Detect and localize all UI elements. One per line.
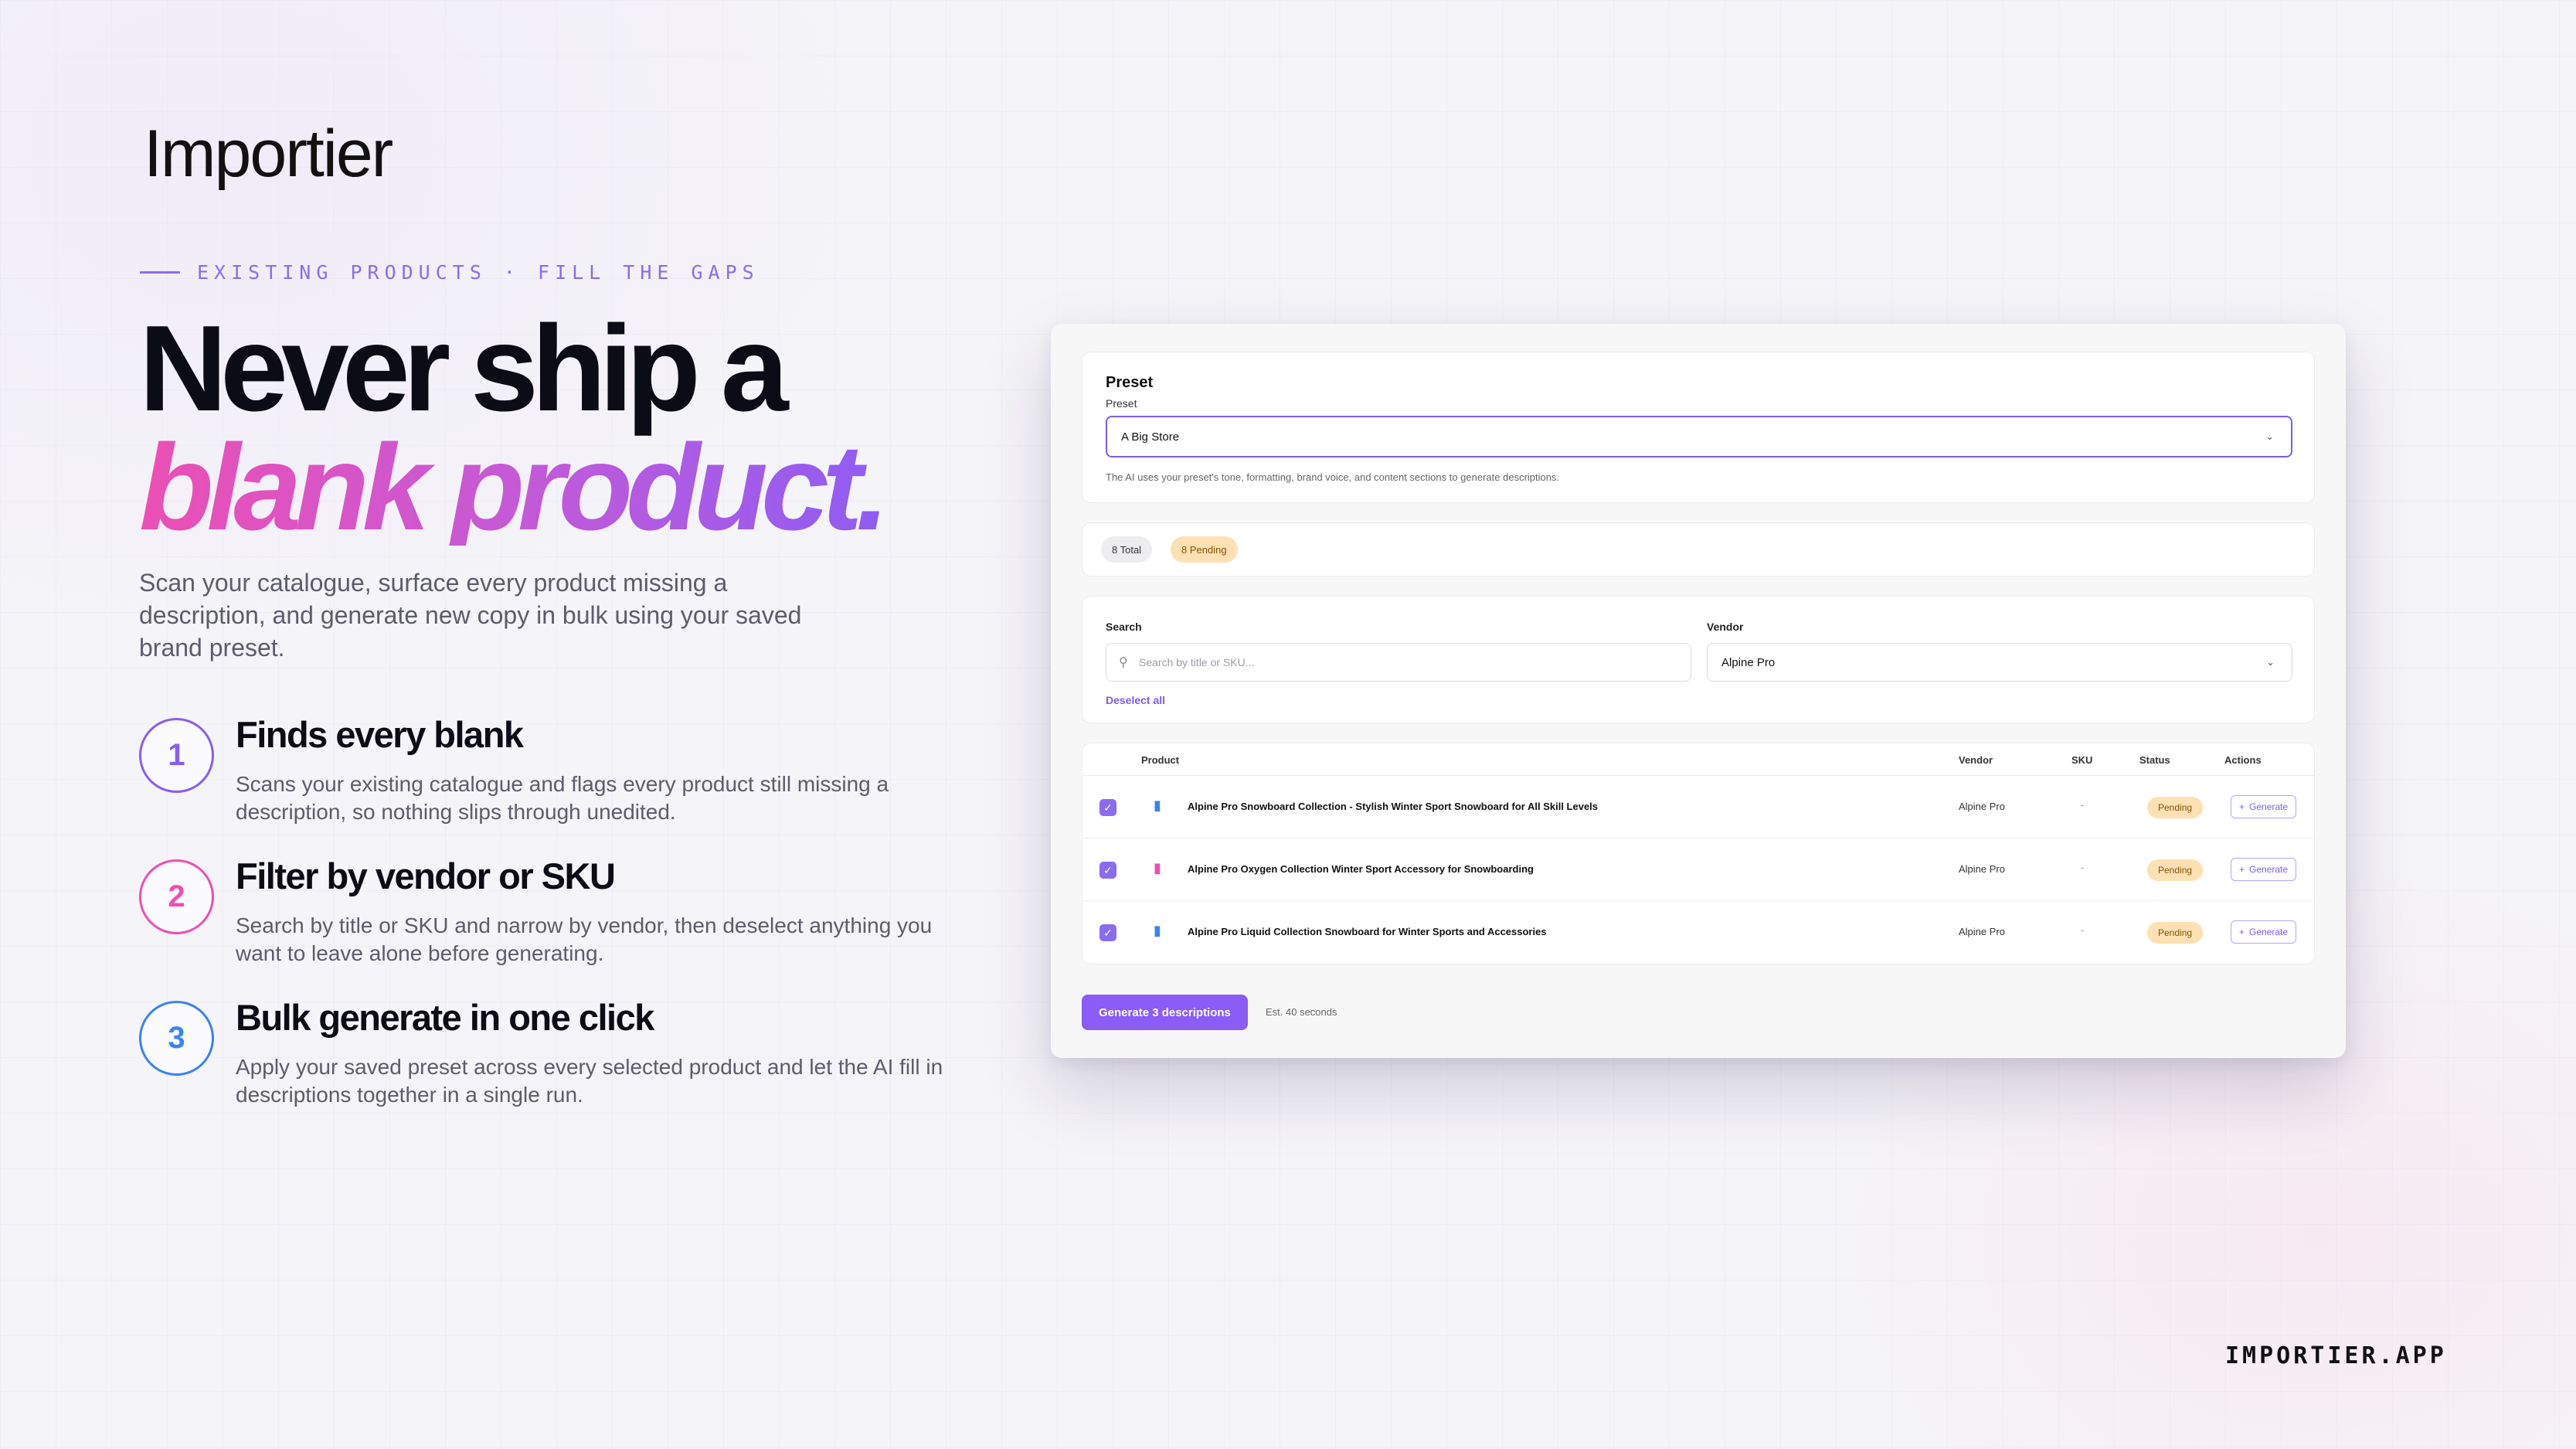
- headline-line-1: Never ship a: [139, 301, 789, 437]
- product-title: Alpine Pro Snowboard Collection - Stylis…: [1188, 801, 1599, 812]
- brand-logo: Importier: [144, 117, 393, 191]
- product-title: Alpine Pro Liquid Collection Snowboard f…: [1188, 926, 1547, 937]
- step-description: Search by title or SKU and narrow by ven…: [236, 913, 933, 965]
- table-row: ✓ ▮ Alpine Pro Liquid Collection Snowboa…: [1082, 901, 2314, 964]
- search-placeholder: Search by title or SKU...: [1139, 656, 1255, 668]
- snowboard-icon: ▮: [1154, 923, 1161, 938]
- generate-button[interactable]: + Generate: [2231, 920, 2297, 944]
- snowboard-icon: ▮: [1154, 860, 1161, 876]
- step-number: 2: [139, 859, 214, 934]
- product-sku: -: [2081, 924, 2085, 936]
- pending-count-badge: 8 Pending: [1171, 536, 1238, 563]
- product-vendor: Alpine Pro: [1959, 863, 2005, 875]
- row-checkbox[interactable]: ✓: [1099, 924, 1116, 941]
- headline: Never ship a blank product.: [139, 301, 906, 549]
- footer-url[interactable]: IMPORTIER.APP: [2225, 1342, 2447, 1369]
- eyebrow: EXISTING PRODUCTS · FILL THE GAPS: [140, 261, 760, 284]
- app-window: Preset Preset A Big Store ⌄ The AI uses …: [1051, 324, 2346, 1058]
- product-sku: -: [2081, 799, 2085, 811]
- preset-label: Preset: [1106, 397, 1137, 410]
- status-badge: Pending: [2147, 797, 2204, 818]
- col-sku: SKU: [2071, 754, 2093, 766]
- total-count-badge: 8 Total: [1101, 536, 1153, 563]
- search-input[interactable]: ⚲ Search by title or SKU...: [1106, 643, 1691, 682]
- generate-descriptions-button[interactable]: Generate 3 descriptions: [1082, 995, 1248, 1030]
- plus-icon: +: [2239, 801, 2245, 812]
- chevron-down-icon: ⌄: [2265, 430, 2274, 442]
- preset-select-value: A Big Store: [1121, 430, 1180, 444]
- step-description: Apply your saved preset across every sel…: [236, 1055, 943, 1107]
- generate-button[interactable]: + Generate: [2231, 795, 2297, 818]
- generate-label: Generate: [2249, 864, 2289, 875]
- check-icon: ✓: [1103, 863, 1113, 876]
- product-vendor: Alpine Pro: [1959, 801, 2005, 812]
- table-row: ✓ ▮ Alpine Pro Oxygen Collection Winter …: [1082, 838, 2314, 901]
- products-table: Product Vendor SKU Status Actions ✓ ▮ Al…: [1082, 743, 2315, 964]
- eyebrow-line: [140, 271, 180, 274]
- step-number: 3: [139, 1001, 214, 1076]
- plus-icon: +: [2239, 864, 2245, 875]
- status-badge: Pending: [2147, 859, 2204, 881]
- col-vendor: Vendor: [1959, 754, 1993, 766]
- search-icon: ⚲: [1119, 656, 1128, 669]
- vendor-label: Vendor: [1707, 621, 1744, 633]
- vendor-select-value: Alpine Pro: [1721, 655, 1776, 669]
- vendor-select[interactable]: Alpine Pro ⌄: [1707, 643, 2292, 682]
- counts-card: 8 Total 8 Pending: [1082, 522, 2315, 577]
- step-title: Finds every blank: [236, 714, 524, 755]
- col-status: Status: [2139, 754, 2170, 766]
- snowboard-icon: ▮: [1154, 798, 1161, 813]
- table-header: Product Vendor SKU Status Actions: [1082, 743, 2314, 776]
- generate-button[interactable]: + Generate: [2231, 858, 2297, 881]
- status-badge: Pending: [2147, 922, 2204, 944]
- step-title: Filter by vendor or SKU: [236, 855, 616, 896]
- generate-label: Generate: [2249, 801, 2289, 812]
- check-icon: ✓: [1103, 926, 1113, 939]
- plus-icon: +: [2239, 927, 2245, 937]
- product-title: Alpine Pro Oxygen Collection Winter Spor…: [1188, 863, 1534, 875]
- preset-select[interactable]: A Big Store ⌄: [1106, 416, 2292, 457]
- col-actions: Actions: [2224, 754, 2262, 766]
- eyebrow-text: EXISTING PRODUCTS · FILL THE GAPS: [197, 261, 760, 284]
- step-number: 1: [139, 718, 214, 793]
- preset-help-text: The AI uses your preset's tone, formatti…: [1106, 471, 1560, 483]
- product-sku: -: [2081, 862, 2085, 873]
- preset-heading: Preset: [1106, 374, 1154, 391]
- table-row: ✓ ▮ Alpine Pro Snowboard Collection - St…: [1082, 776, 2314, 838]
- row-checkbox[interactable]: ✓: [1099, 862, 1116, 879]
- deselect-all-link[interactable]: Deselect all: [1106, 694, 1165, 706]
- preset-card: Preset Preset A Big Store ⌄ The AI uses …: [1082, 352, 2315, 503]
- intro-paragraph: Scan your catalogue, surface every produ…: [139, 569, 802, 662]
- headline-line-2: blank product.: [139, 427, 906, 549]
- estimate-text: Est. 40 seconds: [1266, 1006, 1337, 1018]
- step-description: Scans your existing catalogue and flags …: [236, 772, 889, 824]
- filters-card: Search Vendor ⚲ Search by title or SKU..…: [1082, 596, 2315, 723]
- check-icon: ✓: [1103, 801, 1113, 814]
- step-title: Bulk generate in one click: [236, 997, 654, 1038]
- row-checkbox[interactable]: ✓: [1099, 799, 1116, 816]
- search-label: Search: [1106, 621, 1142, 633]
- generate-label: Generate: [2249, 927, 2289, 937]
- col-product: Product: [1141, 754, 1180, 766]
- product-vendor: Alpine Pro: [1959, 926, 2005, 937]
- chevron-down-icon: ⌄: [2266, 656, 2275, 668]
